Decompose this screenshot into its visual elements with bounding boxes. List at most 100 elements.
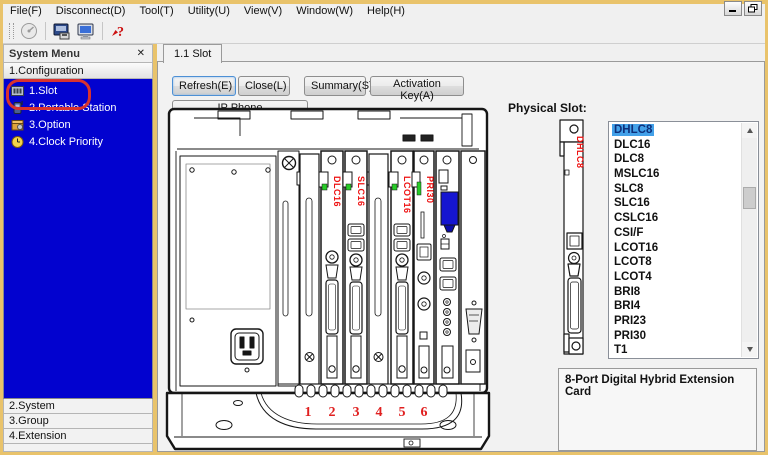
cabinet-card-label: SLC16 bbox=[356, 176, 366, 207]
connect-gauge-icon[interactable] bbox=[17, 19, 41, 43]
cabinet-right-panel bbox=[461, 151, 485, 384]
list-item-text: LCOT4 bbox=[612, 271, 654, 283]
card-description-box: 8-Port Digital Hybrid Extension Card bbox=[558, 368, 757, 451]
menu-utility[interactable]: Utility(U) bbox=[181, 4, 237, 19]
list-item-lcot4[interactable]: LCOT4 bbox=[609, 270, 742, 285]
cabinet-processor-card bbox=[436, 151, 459, 384]
main-area: 1.1 Slot Refresh(E) Close(L) Summary(S) … bbox=[157, 44, 765, 452]
tab-slot[interactable]: 1.1 Slot bbox=[163, 44, 222, 63]
system-menu-tree: 1.Slot 2.Portable Station 3.Option 4.Clo… bbox=[3, 79, 153, 399]
slot-number-2: 2 bbox=[329, 405, 336, 420]
minimize-icon bbox=[729, 5, 738, 13]
slot-number-5: 5 bbox=[399, 405, 406, 420]
list-item-dhlc8[interactable]: DHLC8 bbox=[609, 123, 742, 138]
list-item-text: SLC8 bbox=[612, 183, 645, 195]
cabinet-card-label: PRI30 bbox=[425, 176, 435, 204]
refresh-button[interactable]: Refresh(E) bbox=[172, 76, 236, 96]
list-scrollbar[interactable] bbox=[741, 123, 757, 357]
list-item-text: LCOT16 bbox=[612, 242, 660, 254]
slot-icon bbox=[11, 84, 24, 97]
close-button[interactable]: Close(L) bbox=[238, 76, 290, 96]
list-item-text: LCOT8 bbox=[612, 256, 654, 268]
cabinet-card-label: LCOT16 bbox=[402, 176, 412, 214]
tree-item-slot[interactable]: 1.Slot bbox=[4, 82, 152, 99]
backup-utility-icon[interactable] bbox=[50, 19, 74, 43]
list-item-lcot16[interactable]: LCOT16 bbox=[609, 241, 742, 256]
toolbar: ? bbox=[3, 19, 765, 44]
menu-bar: File(F) Disconnect(D) Tool(T) Utility(U)… bbox=[3, 4, 765, 19]
card-type-list: DHLC8 DLC16 DLC8 MSLC16 SLC8 SLC16 CSLC1… bbox=[609, 123, 742, 358]
list-item-t1[interactable]: T1 bbox=[609, 343, 742, 358]
tree-item-label: 3.Option bbox=[29, 119, 71, 131]
list-item-mslc16[interactable]: MSLC16 bbox=[609, 167, 742, 182]
restore-button[interactable] bbox=[744, 1, 762, 16]
menu-tool[interactable]: Tool(T) bbox=[132, 4, 180, 19]
cabinet-drawing: DLC16 bbox=[164, 106, 492, 452]
slot-number-1: 1 bbox=[305, 405, 312, 420]
chevron-up-icon bbox=[747, 128, 753, 133]
sidebar-section-configuration[interactable]: 1.Configuration bbox=[3, 63, 153, 79]
slot-number-3: 3 bbox=[353, 405, 360, 420]
scrollbar-thumb[interactable] bbox=[743, 187, 756, 209]
toolbar-separator bbox=[102, 22, 103, 40]
clock-priority-icon bbox=[11, 135, 24, 148]
window-controls bbox=[724, 1, 762, 16]
pc-programming-icon[interactable] bbox=[74, 19, 98, 43]
list-item-slc8[interactable]: SLC8 bbox=[609, 182, 742, 197]
menu-window[interactable]: Window(W) bbox=[289, 4, 360, 19]
slot-panel: Refresh(E) Close(L) Summary(S) Activatio… bbox=[157, 61, 765, 452]
list-item-bri4[interactable]: BRI4 bbox=[609, 299, 742, 314]
list-item-text: PRI30 bbox=[612, 330, 648, 342]
scroll-up-button[interactable] bbox=[742, 123, 757, 138]
minimize-button[interactable] bbox=[724, 1, 742, 16]
status-led bbox=[392, 184, 397, 190]
tree-item-portable-station[interactable]: 2.Portable Station bbox=[4, 99, 152, 116]
list-item-lcot8[interactable]: LCOT8 bbox=[609, 255, 742, 270]
list-item-bri8[interactable]: BRI8 bbox=[609, 285, 742, 300]
slot-number-6: 6 bbox=[421, 405, 428, 420]
tree-item-label: 4.Clock Priority bbox=[29, 136, 103, 148]
help-icon[interactable]: ? bbox=[107, 19, 131, 43]
sidebar: System Menu ✕ 1.Configuration 1.Slot 2.P… bbox=[3, 44, 153, 452]
sidebar-section-extension[interactable]: 4.Extension bbox=[3, 429, 153, 444]
toolbar-grip bbox=[9, 23, 14, 39]
activation-key-button[interactable]: Activation Key(A) bbox=[370, 76, 464, 96]
section-label: 3.Group bbox=[9, 415, 49, 427]
chevron-down-icon bbox=[747, 347, 753, 352]
sidebar-close-icon[interactable]: ✕ bbox=[135, 48, 147, 59]
sidebar-section-group[interactable]: 3.Group bbox=[3, 414, 153, 429]
card-type-listbox: DHLC8 DLC16 DLC8 MSLC16 SLC8 SLC16 CSLC1… bbox=[608, 121, 759, 359]
menu-file[interactable]: File(F) bbox=[3, 4, 49, 19]
list-item-slc16[interactable]: SLC16 bbox=[609, 196, 742, 211]
list-item-text: BRI4 bbox=[612, 300, 642, 312]
menu-view[interactable]: View(V) bbox=[237, 4, 289, 19]
physical-slot-card-drawing: DHLC8 bbox=[556, 118, 588, 360]
list-item-text: CSI/F bbox=[612, 227, 645, 239]
tree-item-label: 2.Portable Station bbox=[29, 102, 116, 114]
tree-item-label: 1.Slot bbox=[29, 85, 57, 97]
usb-connector bbox=[441, 192, 458, 225]
list-item-text: DLC8 bbox=[612, 153, 646, 165]
list-item-cslc16[interactable]: CSLC16 bbox=[609, 211, 742, 226]
sidebar-section-system[interactable]: 2.System bbox=[3, 399, 153, 414]
list-item-dlc8[interactable]: DLC8 bbox=[609, 152, 742, 167]
list-item-pri23[interactable]: PRI23 bbox=[609, 314, 742, 329]
menu-disconnect[interactable]: Disconnect(D) bbox=[49, 4, 133, 19]
tree-item-option[interactable]: 3.Option bbox=[4, 116, 152, 133]
svg-text:?: ? bbox=[117, 25, 124, 40]
physical-slot-label: Physical Slot: bbox=[508, 101, 587, 115]
list-item-dlc16[interactable]: DLC16 bbox=[609, 138, 742, 153]
scroll-down-button[interactable] bbox=[742, 342, 757, 357]
menu-help[interactable]: Help(H) bbox=[360, 4, 412, 19]
status-led bbox=[417, 182, 421, 195]
list-item-pri30[interactable]: PRI30 bbox=[609, 329, 742, 344]
list-item-text: DHLC8 bbox=[612, 124, 654, 136]
summary-button[interactable]: Summary(S) bbox=[304, 76, 366, 96]
tree-item-clock-priority[interactable]: 4.Clock Priority bbox=[4, 133, 152, 150]
section-label: 4.Extension bbox=[9, 430, 66, 442]
list-item-text: DLC16 bbox=[612, 139, 652, 151]
application-window: File(F) Disconnect(D) Tool(T) Utility(U)… bbox=[0, 0, 768, 455]
status-led bbox=[322, 184, 327, 190]
option-icon bbox=[11, 118, 24, 131]
list-item-csif[interactable]: CSI/F bbox=[609, 226, 742, 241]
